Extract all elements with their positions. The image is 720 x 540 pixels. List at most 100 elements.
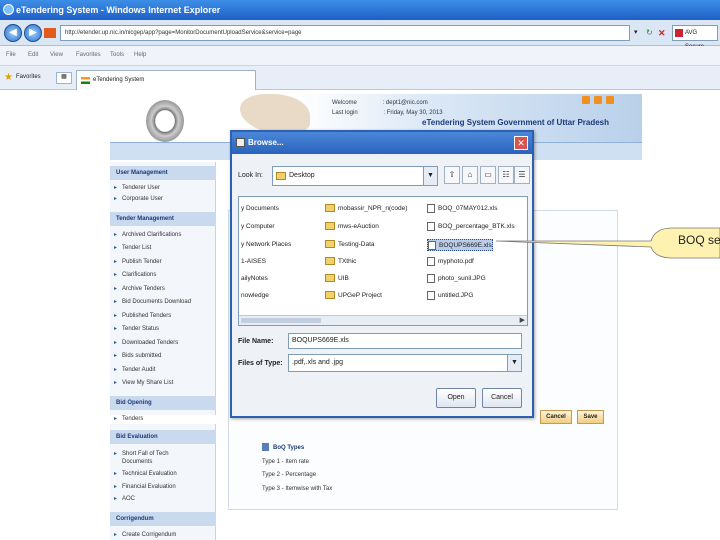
chevron-down-icon[interactable]: ▼: [507, 355, 521, 371]
folder-item[interactable]: UIB: [325, 273, 349, 285]
file-item[interactable]: photo_sunil.JPG: [427, 273, 486, 285]
window-title: eTendering System - Windows Internet Exp…: [16, 5, 221, 15]
state-emblem-logo: [146, 100, 184, 142]
file-item[interactable]: y Network Places: [241, 239, 291, 251]
sidebar-item-create-corrigendum[interactable]: Create Corrigendum: [110, 531, 216, 540]
logout-icon[interactable]: [606, 96, 614, 104]
sidebar-section-bid-evaluation[interactable]: Bid Evaluation: [110, 430, 216, 444]
menu-favorites[interactable]: Favorites: [76, 52, 101, 58]
horizontal-scrollbar[interactable]: ▶: [239, 315, 527, 325]
browse-dialog: Browse... ✕ Look In: Desktop ▼ ⇧ ⌂ ▭ ☷ ☰…: [230, 130, 534, 418]
file-item[interactable]: BOQ_07MAY012.xls: [427, 203, 498, 215]
sidebar-item-short-fall-documents[interactable]: Short Fall of Tech Documents: [110, 450, 200, 466]
sidebar-item-downloaded-tenders[interactable]: Downloaded Tenders: [110, 339, 216, 348]
dropdown-icon[interactable]: ▾: [634, 25, 644, 41]
home-folder-button[interactable]: ⌂: [462, 166, 478, 184]
sidebar-item-view-my-share-list[interactable]: View My Share List: [110, 379, 216, 388]
sidebar-item-corporate-user[interactable]: Corporate User: [110, 195, 216, 204]
menu-edit[interactable]: Edit: [28, 52, 38, 58]
callout-text: BOQ sele: [678, 233, 720, 247]
file-list[interactable]: y Documents y Computer y Network Places …: [238, 196, 528, 326]
sidebar-item-financial-evaluation[interactable]: Financial Evaluation: [110, 483, 216, 492]
file-item[interactable]: myphoto.pdf: [427, 256, 474, 268]
scrollbar-thumb[interactable]: [241, 318, 321, 323]
files-of-type-select[interactable]: .pdf,.xls and .jpg ▼: [288, 354, 522, 372]
chevron-down-icon[interactable]: ▼: [423, 167, 437, 185]
favorites-label[interactable]: Favorites: [16, 74, 41, 80]
look-in-value: Desktop: [289, 172, 315, 179]
sidebar-item-tender-status[interactable]: Tender Status: [110, 325, 216, 334]
file-icon: [427, 221, 435, 231]
back-button[interactable]: ◀: [4, 24, 22, 42]
forward-button[interactable]: ▶: [24, 24, 42, 42]
list-view-button[interactable]: ☷: [498, 166, 514, 184]
flag-icon: [81, 77, 90, 84]
document-icon: [262, 443, 269, 452]
sidebar-item-published-tenders[interactable]: Published Tenders: [110, 312, 216, 321]
folder-item[interactable]: UPGeP Project: [325, 290, 382, 302]
favorites-star-icon[interactable]: ★: [4, 73, 13, 83]
folder-icon: [325, 204, 335, 213]
file-item-selected[interactable]: BOQUPS669E.xls: [427, 239, 493, 251]
folder-item[interactable]: TXthic: [325, 256, 356, 268]
sidebar-item-tender-list[interactable]: Tender List: [110, 244, 216, 253]
up-folder-button[interactable]: ⇧: [444, 166, 460, 184]
sidebar-item-tenders[interactable]: Tenders: [110, 415, 216, 424]
file-item[interactable]: untitled.JPG: [427, 290, 473, 302]
dialog-close-button[interactable]: ✕: [514, 136, 528, 150]
sidebar-section-corrigendum[interactable]: Corrigendum: [110, 512, 216, 526]
menu-bar: File Edit View Favorites Tools Help: [0, 46, 720, 66]
sidebar-item-bids-submitted[interactable]: Bids submitted: [110, 352, 216, 361]
folder-item[interactable]: Testing-Data: [325, 239, 375, 251]
browser-tab[interactable]: eTendering System: [76, 70, 256, 90]
file-item[interactable]: ailyNotes: [241, 273, 268, 285]
home-icon[interactable]: [582, 96, 590, 104]
sidebar-item-bid-documents-download[interactable]: Bid Documents Download: [110, 298, 216, 307]
stop-icon[interactable]: ✕: [658, 25, 670, 41]
sidebar-item-tenderer-user[interactable]: Tenderer User: [110, 184, 216, 193]
file-item[interactable]: 1-AISES: [241, 256, 266, 268]
open-button[interactable]: Open: [436, 388, 476, 408]
refresh-icon[interactable]: ↻: [646, 25, 658, 41]
search-box[interactable]: AVG Secure: [672, 25, 718, 50]
menu-file[interactable]: File: [6, 52, 16, 58]
page-cancel-button[interactable]: Cancel: [540, 410, 572, 424]
sidebar-item-technical-evaluation[interactable]: Technical Evaluation: [110, 470, 216, 479]
page-icon: [44, 28, 56, 38]
sidebar-section-tender-management[interactable]: Tender Management: [110, 212, 216, 226]
address-input[interactable]: http://etender.up.nic.in/nicgep/app?page…: [60, 25, 630, 41]
menu-view[interactable]: View: [50, 52, 63, 58]
sidebar-section-bid-opening[interactable]: Bid Opening: [110, 396, 216, 410]
file-item[interactable]: BOQ_percentage_BTK.xls: [427, 221, 515, 233]
sidebar-section-user-management[interactable]: User Management: [110, 166, 216, 180]
sidebar-item-aoc[interactable]: AOC: [110, 495, 216, 504]
folder-item[interactable]: mobassir_NPR_n(code): [325, 203, 407, 215]
back-arrow-icon: ◀: [9, 27, 17, 38]
dialog-titlebar[interactable]: Browse...: [232, 132, 532, 154]
up-folder-icon: ⇧: [448, 170, 456, 179]
sidebar-item-tender-audit[interactable]: Tender Audit: [110, 366, 216, 375]
file-item[interactable]: y Computer: [241, 221, 275, 233]
page-save-button[interactable]: Save: [577, 410, 604, 424]
list-view-icon: ☷: [502, 170, 510, 179]
file-name-input[interactable]: BOQUPS669E.xls: [288, 333, 522, 349]
sidebar-item-publish-tender[interactable]: Publish Tender: [110, 258, 216, 267]
folder-icon: [325, 291, 335, 300]
look-in-select[interactable]: Desktop ▼: [272, 166, 438, 186]
new-folder-button[interactable]: ▭: [480, 166, 496, 184]
dialog-cancel-button[interactable]: Cancel: [482, 388, 522, 408]
details-view-button[interactable]: ☰: [514, 166, 530, 184]
folder-icon: [325, 257, 335, 266]
file-item[interactable]: y Documents: [241, 203, 279, 215]
sidebar-item-archive-tenders[interactable]: Archive Tenders: [110, 285, 216, 294]
sidebar-item-archived-clarifications[interactable]: Archived Clarifications: [110, 231, 216, 240]
folder-item[interactable]: mws-eAuction: [325, 221, 379, 233]
file-item[interactable]: nowledge: [241, 290, 269, 302]
sidebar-item-clarifications[interactable]: Clarifications: [110, 271, 216, 280]
welcome-value: : dept1@nic.com: [382, 100, 428, 106]
user-icon[interactable]: [594, 96, 602, 104]
tab-list-icon[interactable]: ▦: [56, 72, 72, 84]
menu-help[interactable]: Help: [134, 52, 146, 58]
menu-tools[interactable]: Tools: [110, 52, 124, 58]
scroll-right-icon[interactable]: ▶: [520, 316, 525, 324]
